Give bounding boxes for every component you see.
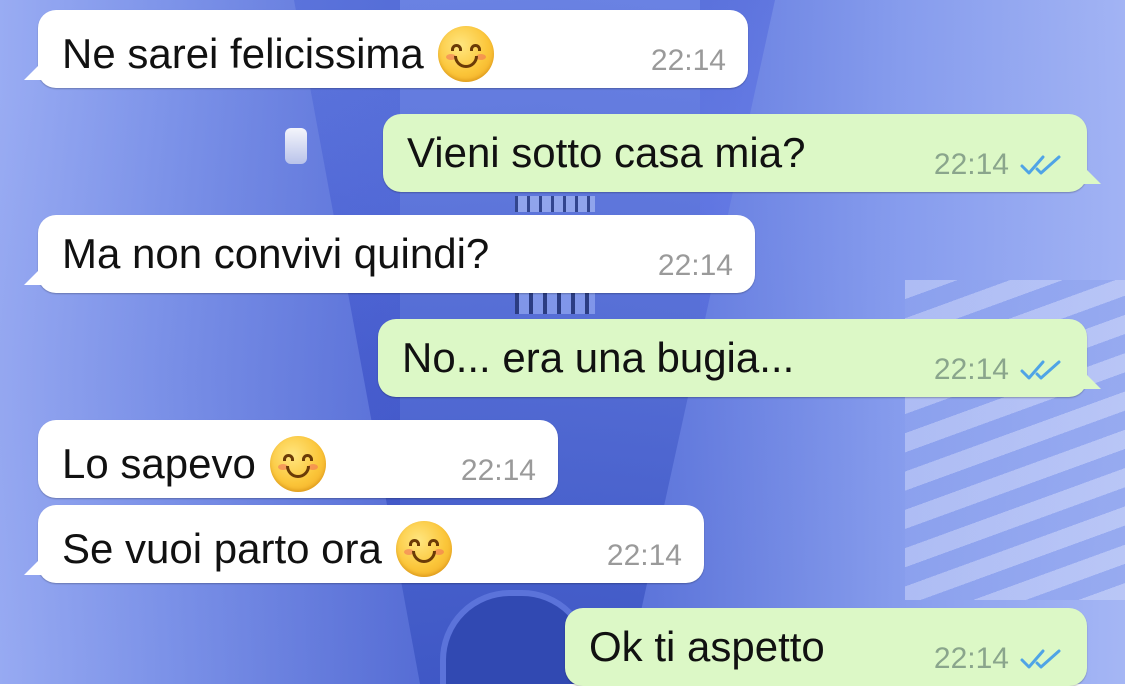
wallpaper-lamp <box>285 128 307 164</box>
message-meta: 22:14 <box>934 642 1065 676</box>
message-text-row: Lo sapevo <box>62 436 326 492</box>
message-timestamp: 22:14 <box>460 454 536 487</box>
message-text-row: Se vuoi parto ora <box>62 521 452 577</box>
message-text-row: No... era una bugia... <box>402 335 794 381</box>
double-check-read-icon <box>1020 155 1061 175</box>
message-bubble-outgoing[interactable]: No... era una bugia... 22:14 <box>378 319 1101 397</box>
message-meta: 22:14 <box>607 539 682 573</box>
message-text: Ne sarei felicissima <box>62 30 424 77</box>
message-bubble-outgoing[interactable]: Vieni sotto casa mia? 22:14 <box>383 114 1101 192</box>
message-text-row: Ne sarei felicissima <box>62 26 494 82</box>
message-text: Lo sapevo <box>62 440 256 487</box>
message-meta: 22:14 <box>934 148 1065 182</box>
message-text-row: Vieni sotto casa mia? <box>407 130 805 176</box>
message-text: Ma non convivi quindi? <box>62 230 490 277</box>
message-text: Ok ti aspetto <box>589 623 825 670</box>
smiling-face-icon <box>269 436 326 492</box>
message-timestamp: 22:14 <box>650 44 726 77</box>
message-bubble-incoming[interactable]: Lo sapevo 22:14 <box>38 420 558 498</box>
message-timestamp: 22:14 <box>657 249 733 282</box>
smiling-face-icon <box>395 521 452 577</box>
message-bubble-incoming[interactable]: Ma non convivi quindi? 22:14 <box>24 215 755 293</box>
message-bubble-incoming[interactable]: Se vuoi parto ora 22:14 <box>24 505 704 583</box>
message-bubble-outgoing[interactable]: Ok ti aspetto 22:14 <box>565 608 1087 686</box>
message-timestamp: 22:14 <box>606 539 682 572</box>
double-check-read-icon <box>1020 360 1061 380</box>
message-text-row: Ok ti aspetto <box>589 624 825 670</box>
message-timestamp: 22:14 <box>933 353 1009 386</box>
message-bubble-incoming[interactable]: Ne sarei felicissima 22:14 <box>24 10 748 88</box>
message-timestamp: 22:14 <box>933 642 1009 675</box>
message-text-row: Ma non convivi quindi? <box>62 231 489 277</box>
smiling-face-icon <box>437 26 494 82</box>
message-text: Vieni sotto casa mia? <box>407 129 806 176</box>
message-text: Se vuoi parto ora <box>62 525 382 572</box>
wallpaper-window <box>515 290 595 314</box>
wallpaper-window <box>515 196 595 212</box>
message-meta: 22:14 <box>934 353 1065 387</box>
message-meta: 22:14 <box>461 454 536 488</box>
message-meta: 22:14 <box>658 249 733 283</box>
message-timestamp: 22:14 <box>933 148 1009 181</box>
double-check-read-icon <box>1020 649 1061 669</box>
message-text: No... era una bugia... <box>402 334 795 381</box>
message-meta: 22:14 <box>651 44 726 78</box>
